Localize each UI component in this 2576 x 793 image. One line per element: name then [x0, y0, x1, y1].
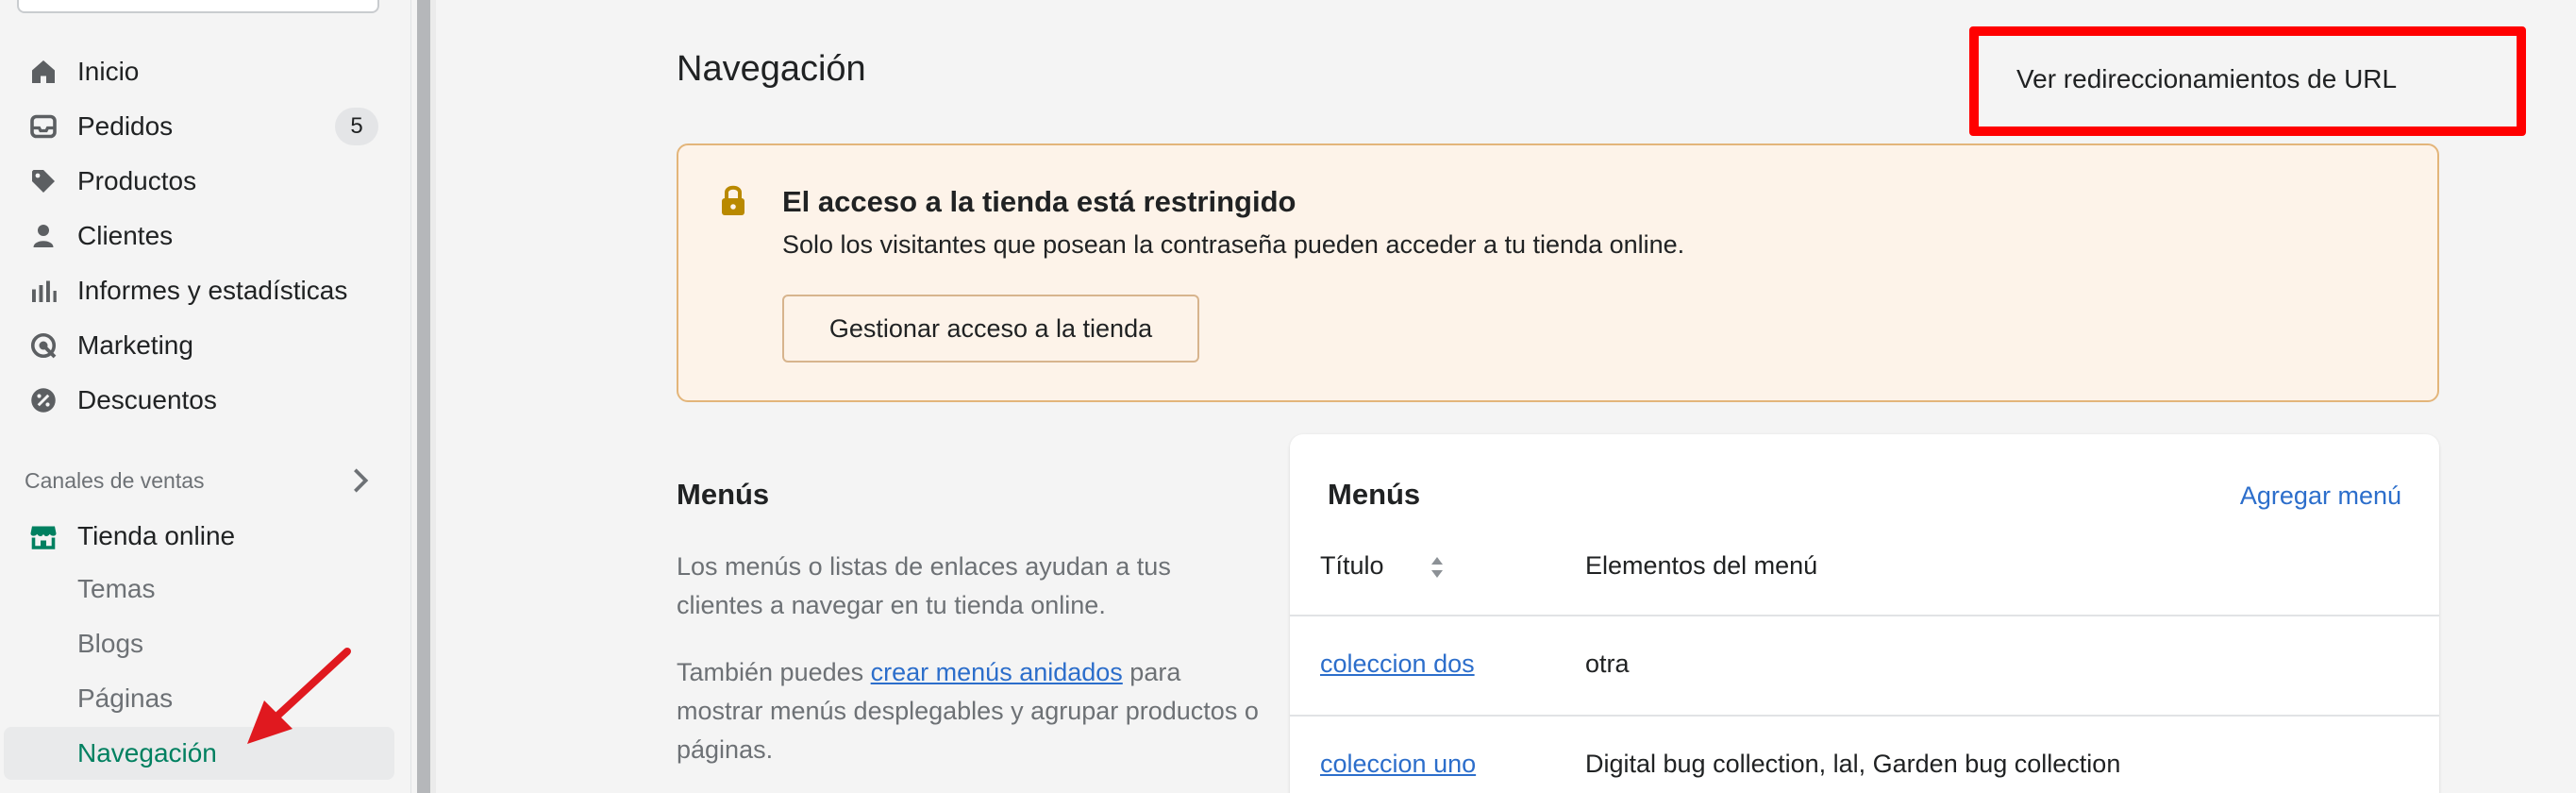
sidebar-item-label: Descuentos — [77, 385, 217, 414]
sidebar-item-descuentos[interactable]: Descuentos — [0, 373, 411, 428]
sidebar-item-label: Marketing — [77, 330, 193, 360]
restricted-access-banner: El acceso a la tienda está restringido S… — [677, 143, 2439, 402]
store-icon — [26, 519, 60, 553]
marketing-icon — [26, 329, 60, 363]
sidebar: Inicio Pedidos 5 Productos Clientes Info… — [0, 0, 411, 793]
sidebar-scrollbar[interactable] — [417, 0, 430, 793]
sidebar-item-label: Clientes — [77, 221, 174, 250]
sidebar-item-pedidos[interactable]: Pedidos 5 — [0, 99, 411, 154]
add-menu-link[interactable]: Agregar menú — [2240, 481, 2401, 511]
sidebar-item-label: Productos — [77, 166, 197, 195]
sort-icon[interactable] — [1430, 553, 1445, 582]
menus-card: Menús Agregar menú Título Elementos del … — [1290, 434, 2439, 793]
menus-section-heading: Menús — [677, 478, 770, 511]
sidebar-item-informes[interactable]: Informes y estadísticas — [0, 263, 411, 318]
red-arrow-annotation — [247, 648, 351, 744]
url-redirects-label: Ver redireccionamientos de URL — [2016, 64, 2398, 93]
sidebar-subitem-blogs[interactable]: Blogs — [77, 629, 143, 659]
analytics-icon — [26, 274, 60, 308]
sidebar-item-productos[interactable]: Productos — [0, 154, 411, 209]
sidebar-item-marketing[interactable]: Marketing — [0, 318, 411, 373]
lock-icon — [720, 183, 746, 217]
divider — [430, 0, 436, 793]
nested-menus-link[interactable]: crear menús anidados — [871, 658, 1123, 686]
search-input[interactable] — [17, 0, 379, 13]
url-redirects-button[interactable]: Ver redireccionamientos de URL — [1969, 26, 2526, 136]
page-title: Navegación — [677, 49, 866, 89]
sidebar-item-tienda-online[interactable]: Tienda online — [0, 509, 411, 564]
column-header-title[interactable]: Título — [1320, 551, 1384, 581]
menu-items-text: Digital bug collection, lal, Garden bug … — [1585, 750, 2121, 778]
menu-title-link[interactable]: coleccion uno — [1320, 750, 1476, 779]
sidebar-item-label: Inicio — [77, 57, 140, 86]
menu-title-link[interactable]: coleccion dos — [1320, 650, 1475, 679]
orders-count-badge: 5 — [335, 108, 378, 145]
banner-title: El acceso a la tienda está restringido — [782, 185, 1296, 218]
sidebar-item-inicio[interactable]: Inicio — [0, 44, 411, 99]
menu-items-text: otra — [1585, 650, 1630, 678]
sidebar-subitem-paginas[interactable]: Páginas — [77, 683, 173, 714]
menus-section-description: Los menús o listas de enlaces ayudan a t… — [677, 552, 1171, 619]
manage-store-access-button[interactable]: Gestionar acceso a la tienda — [782, 295, 1199, 363]
banner-text: Solo los visitantes que posean la contra… — [782, 230, 1685, 259]
sales-channels-title: Canales de ventas — [25, 468, 205, 493]
sidebar-item-label: Informes y estadísticas — [77, 276, 348, 305]
menus-card-title: Menús — [1328, 478, 1421, 511]
nested-menus-hint: También puedes crear menús anidados para… — [677, 653, 1262, 769]
sidebar-subitem-temas[interactable]: Temas — [77, 574, 155, 604]
tag-icon — [26, 164, 60, 198]
chevron-right-icon[interactable] — [349, 466, 372, 495]
column-header-items: Elementos del menú — [1585, 551, 1818, 580]
discount-icon — [26, 383, 60, 417]
sidebar-item-label: Pedidos — [77, 111, 174, 141]
sidebar-item-clientes[interactable]: Clientes — [0, 209, 411, 263]
orders-icon — [26, 110, 60, 143]
hint-prefix: También puedes — [677, 658, 871, 686]
sidebar-item-label: Tienda online — [77, 521, 236, 550]
row-divider — [1290, 715, 2439, 717]
row-divider — [1290, 615, 2439, 616]
sidebar-subitem-navegacion[interactable]: Navegación — [77, 738, 217, 768]
home-icon — [26, 55, 60, 89]
person-icon — [26, 219, 60, 253]
